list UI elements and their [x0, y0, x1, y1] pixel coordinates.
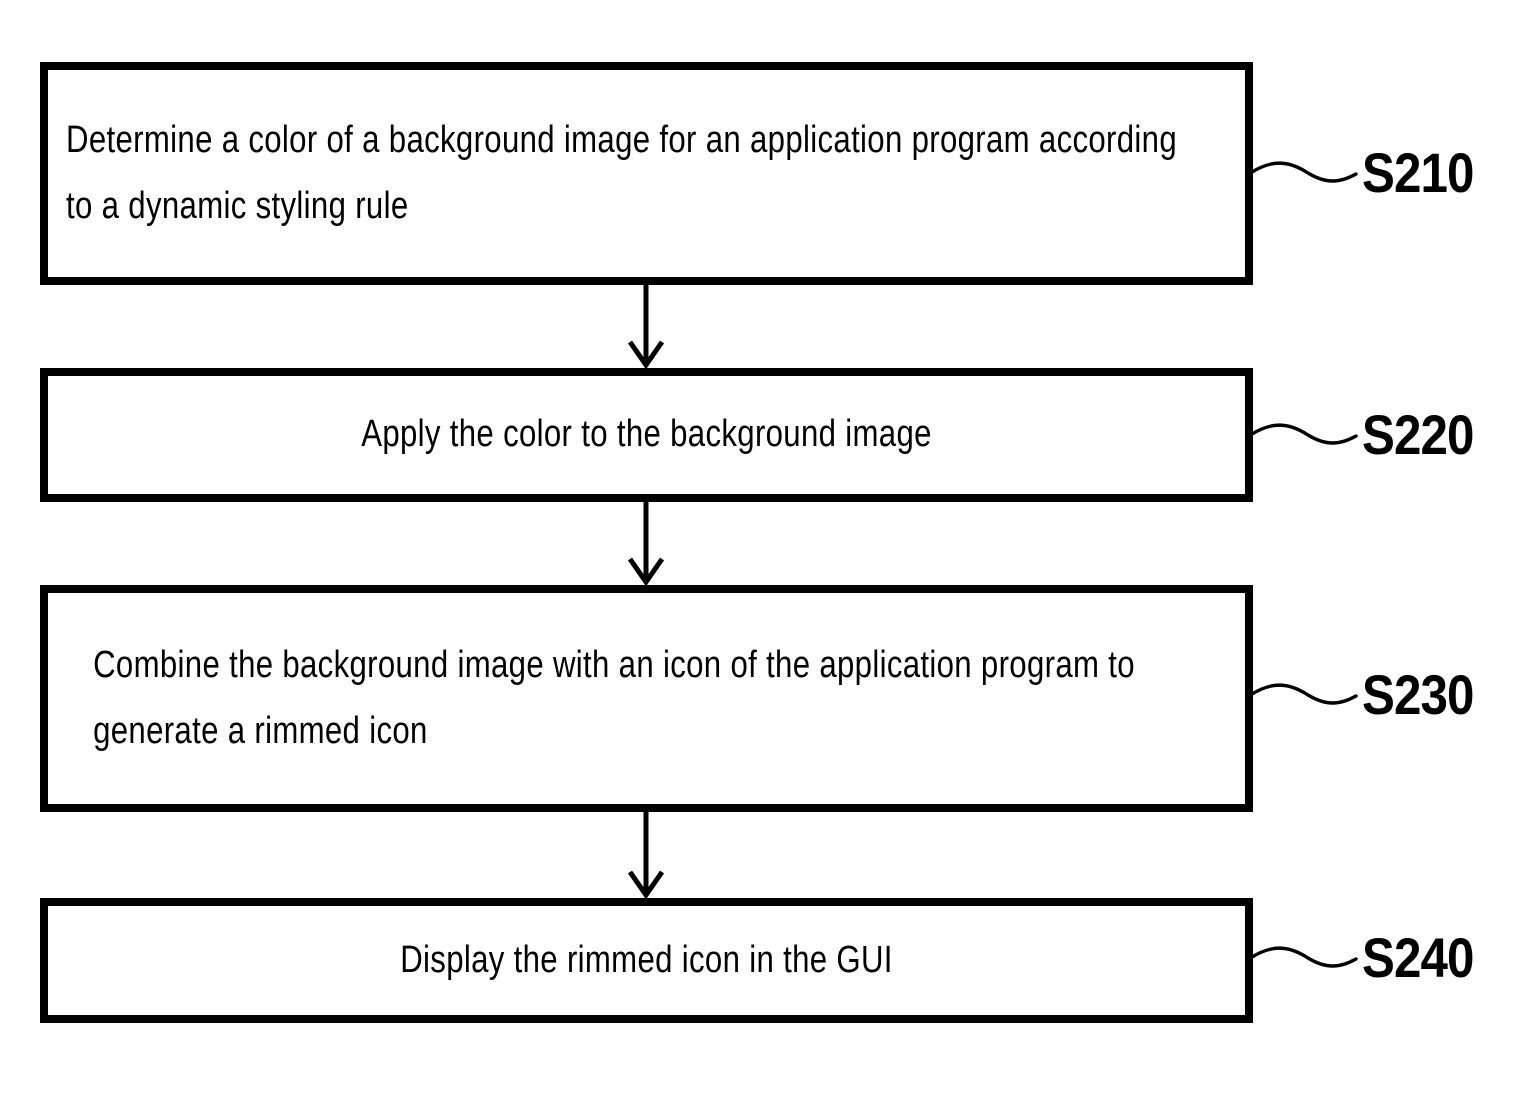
flow-box-s210-line-1: Determine a color of a background image …	[66, 119, 1177, 162]
flow-box-s230-line-1: Combine the background image with an ico…	[93, 644, 1135, 687]
step-label-s230: S230	[1362, 663, 1474, 726]
step-label-s210: S210	[1362, 141, 1474, 204]
flow-box-s220-line-1: Apply the color to the background image	[361, 413, 932, 456]
flow-box-s210-line-2: to a dynamic styling rule	[66, 184, 409, 227]
flow-box-s220: Apply the color to the background image	[40, 368, 1253, 502]
flow-box-s240: Display the rimmed icon in the GUI	[40, 898, 1253, 1023]
flow-box-s230-line-2: generate a rimmed icon	[93, 709, 428, 752]
step-label-s220: S220	[1362, 403, 1474, 466]
arrow-s210-to-s220	[627, 285, 665, 368]
leader-line-s240	[1250, 946, 1358, 968]
leader-line-s220	[1250, 423, 1358, 445]
flow-box-s230: Combine the background image with an ico…	[40, 585, 1253, 812]
step-label-s240: S240	[1362, 926, 1474, 989]
leader-line-s230	[1250, 683, 1358, 705]
arrow-s220-to-s230	[627, 502, 665, 585]
flow-box-s210: Determine a color of a background image …	[40, 62, 1253, 285]
leader-line-s210	[1250, 161, 1358, 183]
flow-box-s240-line-1: Display the rimmed icon in the GUI	[400, 938, 893, 981]
flowchart-figure: Determine a color of a background image …	[0, 0, 1538, 1110]
arrow-s230-to-s240	[627, 812, 665, 898]
